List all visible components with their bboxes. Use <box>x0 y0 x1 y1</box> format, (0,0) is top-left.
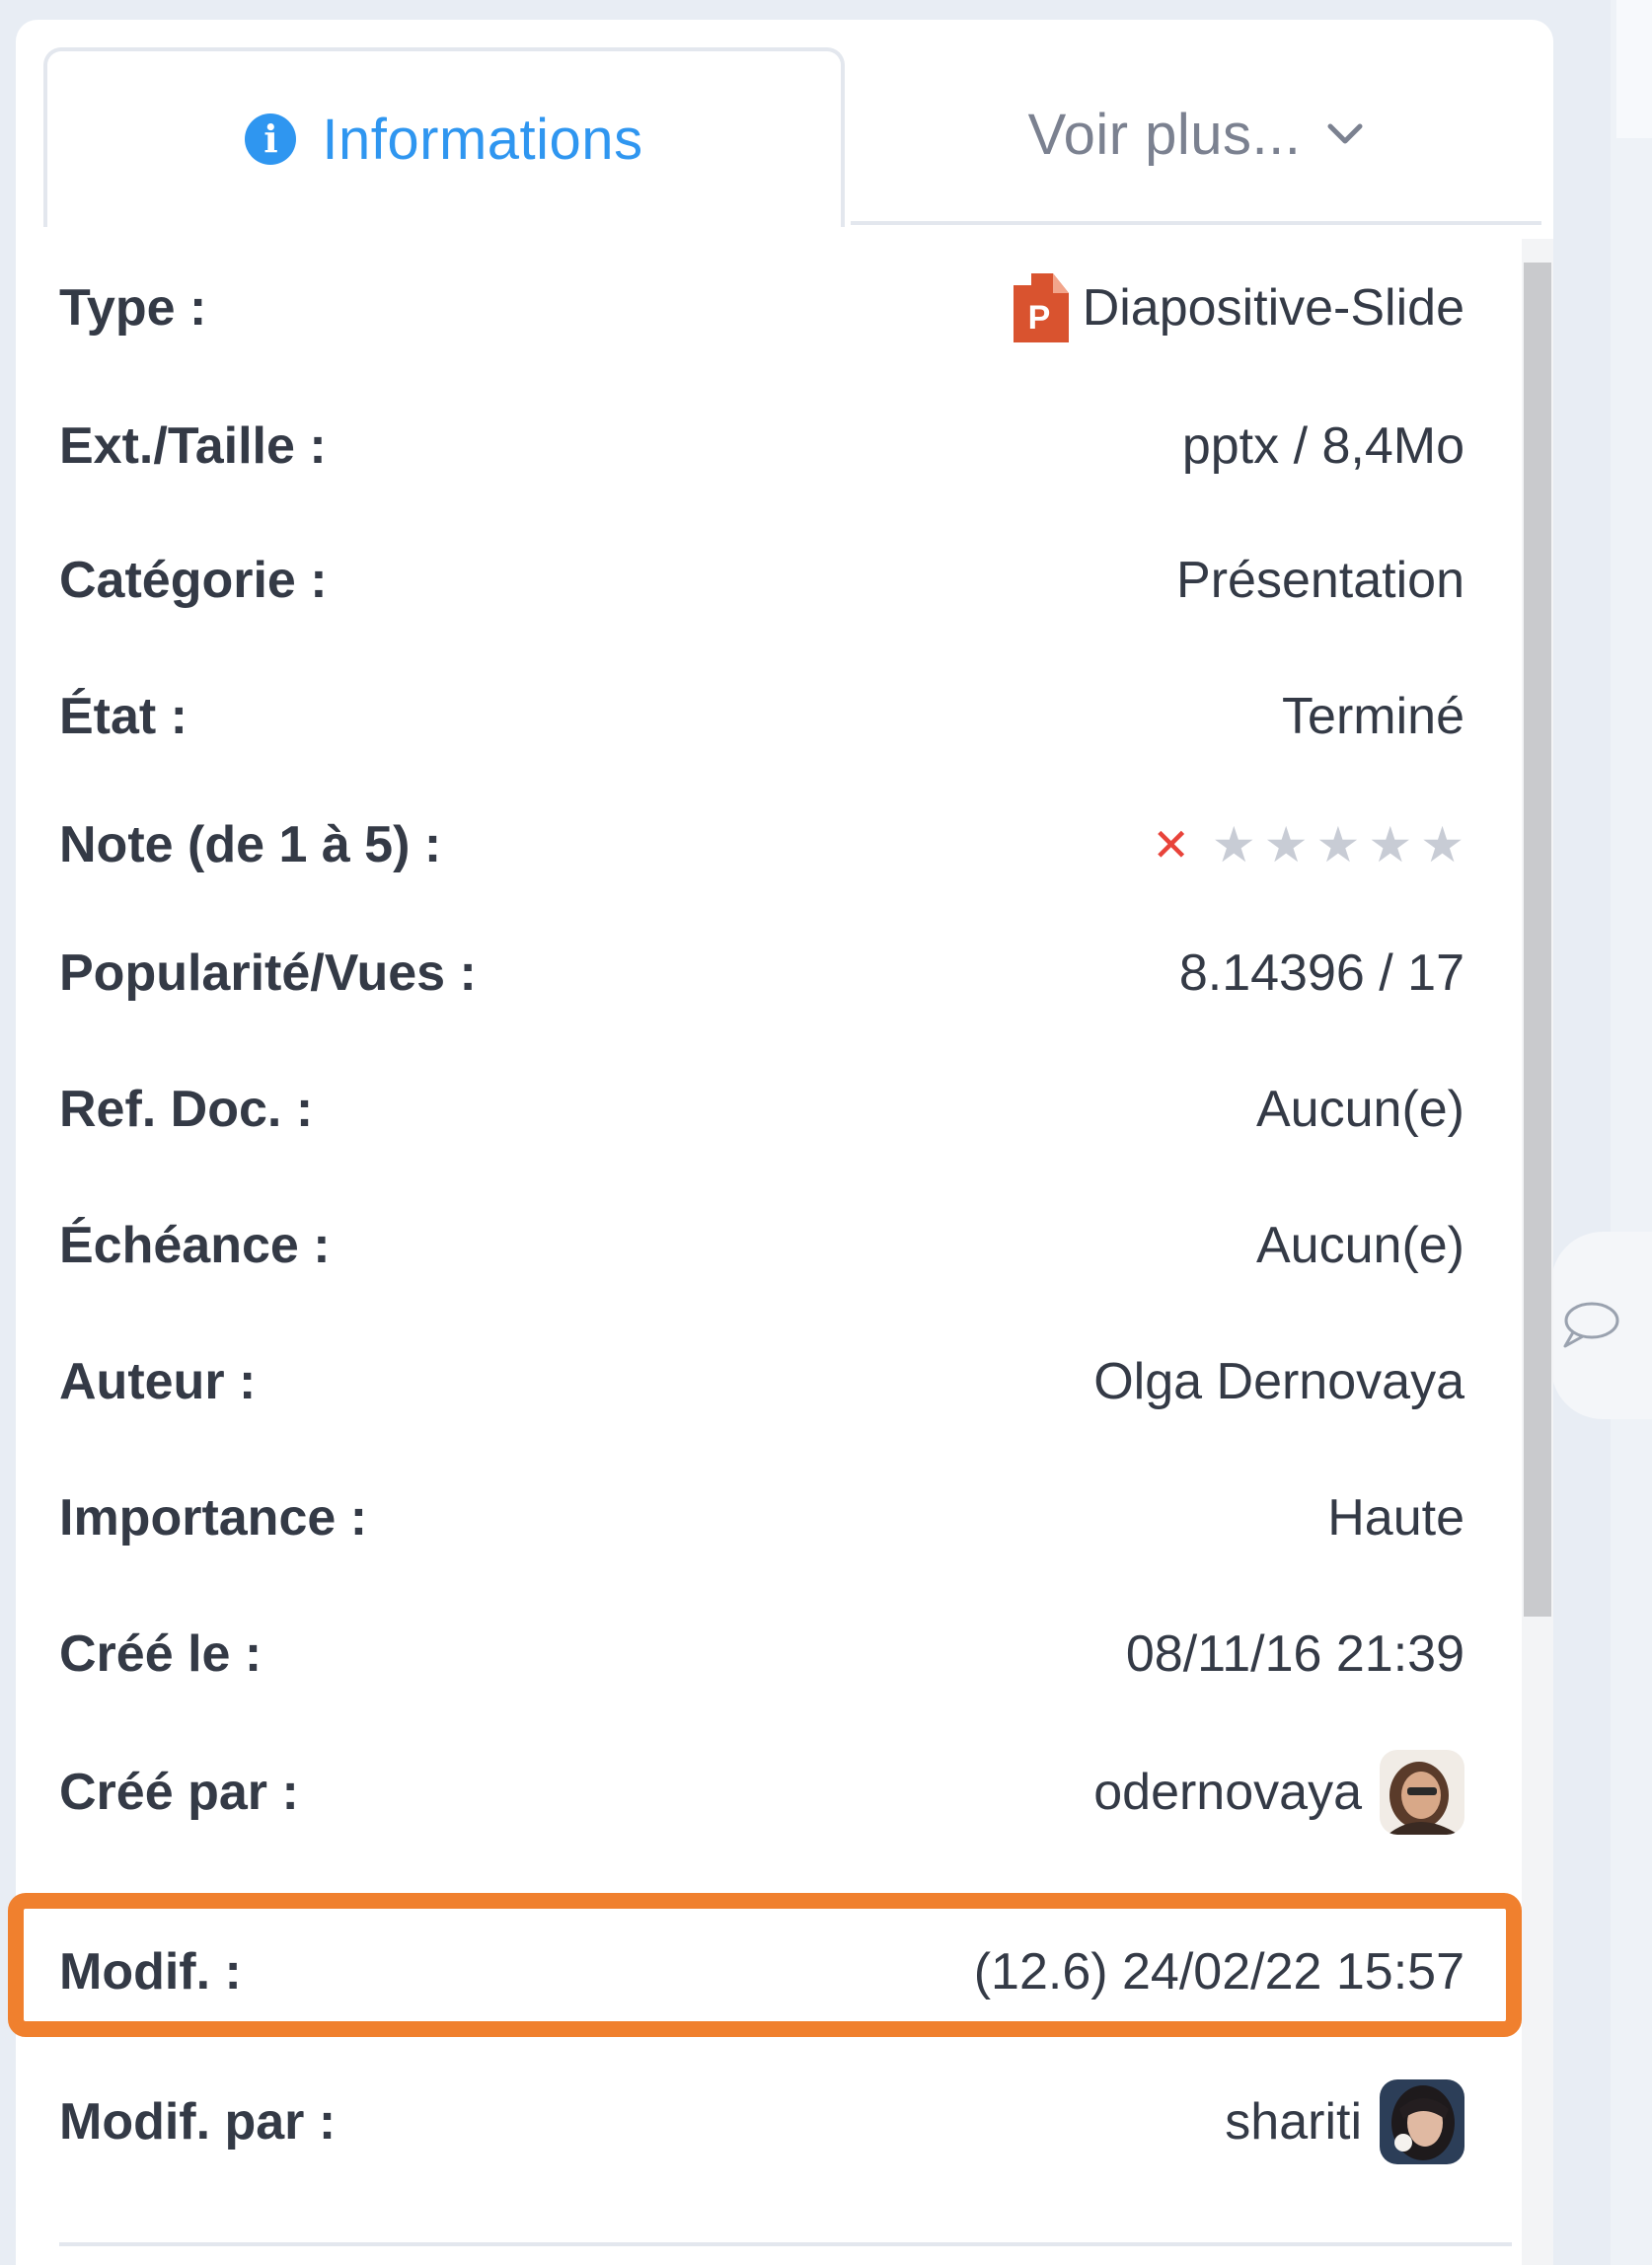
info-label: Note (de 1 à 5) : <box>59 816 442 873</box>
info-value: pptx / 8,4Mo <box>1181 417 1464 475</box>
tab-informations[interactable]: i Informations <box>43 47 845 227</box>
info-label: Importance : <box>59 1489 368 1547</box>
tab-divider <box>851 221 1541 225</box>
info-row-popularity: Popularité/Vues : 8.14396 / 17 <box>59 914 1464 1032</box>
tab-voir-plus-label: Voir plus... <box>1027 102 1302 167</box>
highlight-annotation-box <box>8 1893 1522 2037</box>
info-value: shariti <box>1225 2079 1464 2164</box>
right-sidebar-strip <box>1611 0 1652 2265</box>
info-row-state: État : Terminé <box>59 657 1464 776</box>
star-icon[interactable]: ★ <box>1368 816 1412 873</box>
info-value: Olga Dernovaya <box>1093 1353 1464 1410</box>
info-label: Créé par : <box>59 1764 299 1821</box>
info-row-modified-by: Modif. par : shariti <box>59 2063 1464 2181</box>
info-label: Modif. par : <box>59 2093 337 2151</box>
info-label: Auteur : <box>59 1353 257 1410</box>
info-row-ref-doc: Ref. Doc. : Aucun(e) <box>59 1050 1464 1169</box>
info-label: Créé le : <box>59 1625 263 1683</box>
info-value: Présentation <box>1176 552 1464 609</box>
type-value: Diapositive-Slide <box>1082 279 1464 337</box>
info-row-deadline: Échéance : Aucun(e) <box>59 1186 1464 1305</box>
info-label: Ref. Doc. : <box>59 1081 314 1138</box>
info-label: Type : <box>59 279 207 337</box>
user-avatar[interactable] <box>1380 1750 1464 1835</box>
comment-toggle-button[interactable] <box>1551 1232 1652 1419</box>
info-value: odernovaya <box>1093 1750 1464 1835</box>
info-value: Aucun(e) <box>1256 1081 1464 1138</box>
info-row-importance: Importance : Haute <box>59 1459 1464 1577</box>
tab-voir-plus[interactable]: Voir plus... <box>851 47 1541 221</box>
info-label: Popularité/Vues : <box>59 944 477 1002</box>
chevron-down-icon <box>1327 123 1363 144</box>
section-divider <box>59 2242 1512 2246</box>
star-icon[interactable]: ★ <box>1316 816 1361 873</box>
star-icon[interactable]: ★ <box>1264 816 1309 873</box>
info-row-type: Type : P Diapositive-Slide <box>59 249 1464 367</box>
info-value: P Diapositive-Slide <box>1013 273 1464 342</box>
info-value: Aucun(e) <box>1256 1217 1464 1274</box>
info-label: Ext./Taille : <box>59 417 327 475</box>
user-avatar[interactable] <box>1380 2079 1464 2164</box>
info-label: État : <box>59 688 188 745</box>
info-value: Haute <box>1327 1489 1464 1547</box>
star-icon[interactable]: ★ <box>1212 816 1256 873</box>
tab-bar: i Informations Voir plus... <box>16 20 1553 227</box>
info-row-author: Auteur : Olga Dernovaya <box>59 1322 1464 1441</box>
rating-stars: ✕ ★ ★ ★ ★ ★ <box>1152 816 1464 873</box>
info-value: Terminé <box>1282 688 1464 745</box>
right-sidebar-strip-top <box>1616 0 1652 138</box>
comment-bubble-icon <box>1563 1302 1619 1348</box>
info-row-category: Catégorie : Présentation <box>59 521 1464 640</box>
modifier-username[interactable]: shariti <box>1225 2092 1362 2152</box>
info-row-rating: Note (de 1 à 5) : ✕ ★ ★ ★ ★ ★ <box>59 786 1464 904</box>
tab-informations-label: Informations <box>322 107 643 172</box>
info-value: 08/11/16 21:39 <box>1125 1625 1464 1683</box>
info-row-created-by: Créé par : odernovaya <box>59 1733 1464 1851</box>
info-value: 8.14396 / 17 <box>1178 944 1464 1002</box>
clear-rating-icon[interactable]: ✕ <box>1152 818 1190 871</box>
scrollbar-thumb[interactable] <box>1524 263 1551 1617</box>
info-label: Échéance : <box>59 1217 331 1274</box>
info-row-created-on: Créé le : 08/11/16 21:39 <box>59 1595 1464 1713</box>
info-row-extension-size: Ext./Taille : pptx / 8,4Mo <box>59 387 1464 505</box>
info-label: Catégorie : <box>59 552 328 609</box>
creator-username[interactable]: odernovaya <box>1093 1763 1362 1822</box>
svg-text:P: P <box>1027 299 1050 337</box>
powerpoint-file-icon: P <box>1013 273 1069 342</box>
info-circle-icon: i <box>245 113 297 165</box>
star-icon[interactable]: ★ <box>1420 816 1464 873</box>
